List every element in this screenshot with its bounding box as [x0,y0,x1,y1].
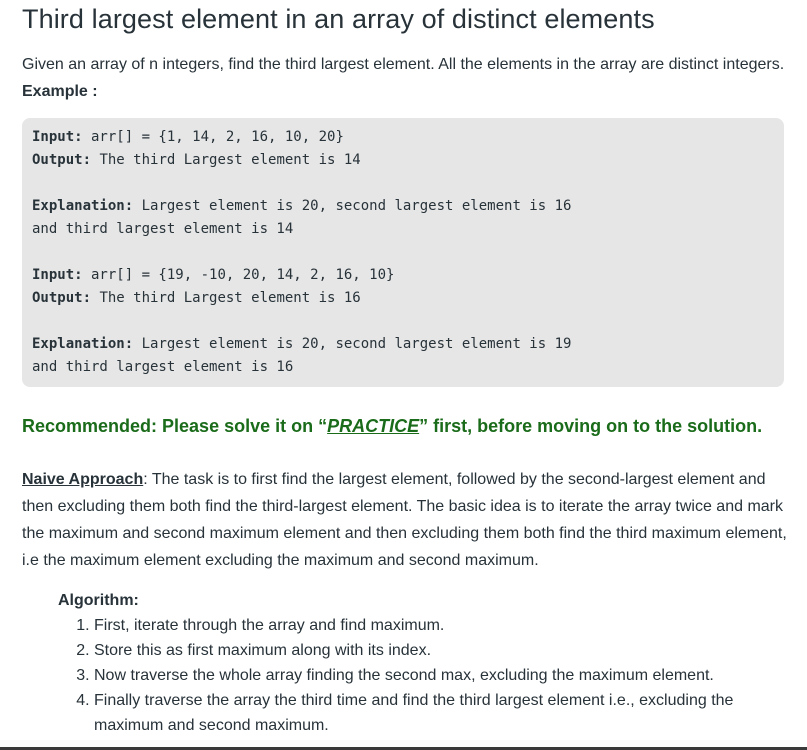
algorithm-step: First, iterate through the array and fin… [94,613,792,638]
example-2-input-line: Input: arr[] = {19, -10, 20, 14, 2, 16, … [32,264,774,287]
naive-approach-term: Naive Approach [22,471,144,488]
problem-statement: Given an array of n integers, find the t… [22,52,792,104]
explanation-label: Explanation: [32,198,134,214]
algorithm-step: Store this as first maximum along with i… [94,638,792,663]
input-value: arr[] = {1, 14, 2, 16, 10, 20} [82,129,344,145]
intro-text: Given an array of n integers, find the t… [22,56,785,73]
example-2-explanation-line: Explanation: Largest element is 20, seco… [32,333,774,356]
example-1-explanation-continued: and third largest element is 14 [32,221,294,237]
example-label: Example : [22,83,98,100]
output-value: The third Largest element is 14 [91,152,361,168]
recommended-note: Recommended: Please solve it on “PRACTIC… [22,414,792,438]
output-value: The third Largest element is 16 [91,290,361,306]
algorithm-step: Finally traverse the array the third tim… [94,688,792,738]
example-2-explanation-continued: and third largest element is 16 [32,359,294,375]
example-2-output-line: Output: The third Largest element is 16 [32,287,774,310]
algorithm-step: Now traverse the whole array finding the… [94,663,792,688]
output-label: Output: [32,290,92,306]
explanation-value: Largest element is 20, second largest el… [133,336,572,352]
recommended-prefix: Recommended: Please solve it on “ [22,416,328,436]
naive-approach-paragraph: Naive Approach: The task is to first fin… [22,466,792,574]
algorithm-steps: First, iterate through the array and fin… [58,613,792,738]
algorithm-title: Algorithm: [58,592,139,609]
example-1-explanation-line: Explanation: Largest element is 20, seco… [32,195,774,218]
article: Third largest element in an array of dis… [22,0,792,738]
input-label: Input: [32,267,83,283]
practice-link[interactable]: PRACTICE [327,416,419,436]
example-code-block: Input: arr[] = {1, 14, 2, 16, 10, 20} Ou… [22,118,784,387]
explanation-label: Explanation: [32,336,134,352]
explanation-value: Largest element is 20, second largest el… [133,198,572,214]
example-1-output-line: Output: The third Largest element is 14 [32,149,774,172]
input-label: Input: [32,129,83,145]
page-title: Third largest element in an array of dis… [22,4,655,34]
recommended-suffix: ” first, before moving on to the solutio… [419,416,763,436]
input-value: arr[] = {19, -10, 20, 14, 2, 16, 10} [82,267,395,283]
output-label: Output: [32,152,92,168]
example-1-input-line: Input: arr[] = {1, 14, 2, 16, 10, 20} [32,126,774,149]
algorithm-section: Algorithm: First, iterate through the ar… [58,588,792,738]
